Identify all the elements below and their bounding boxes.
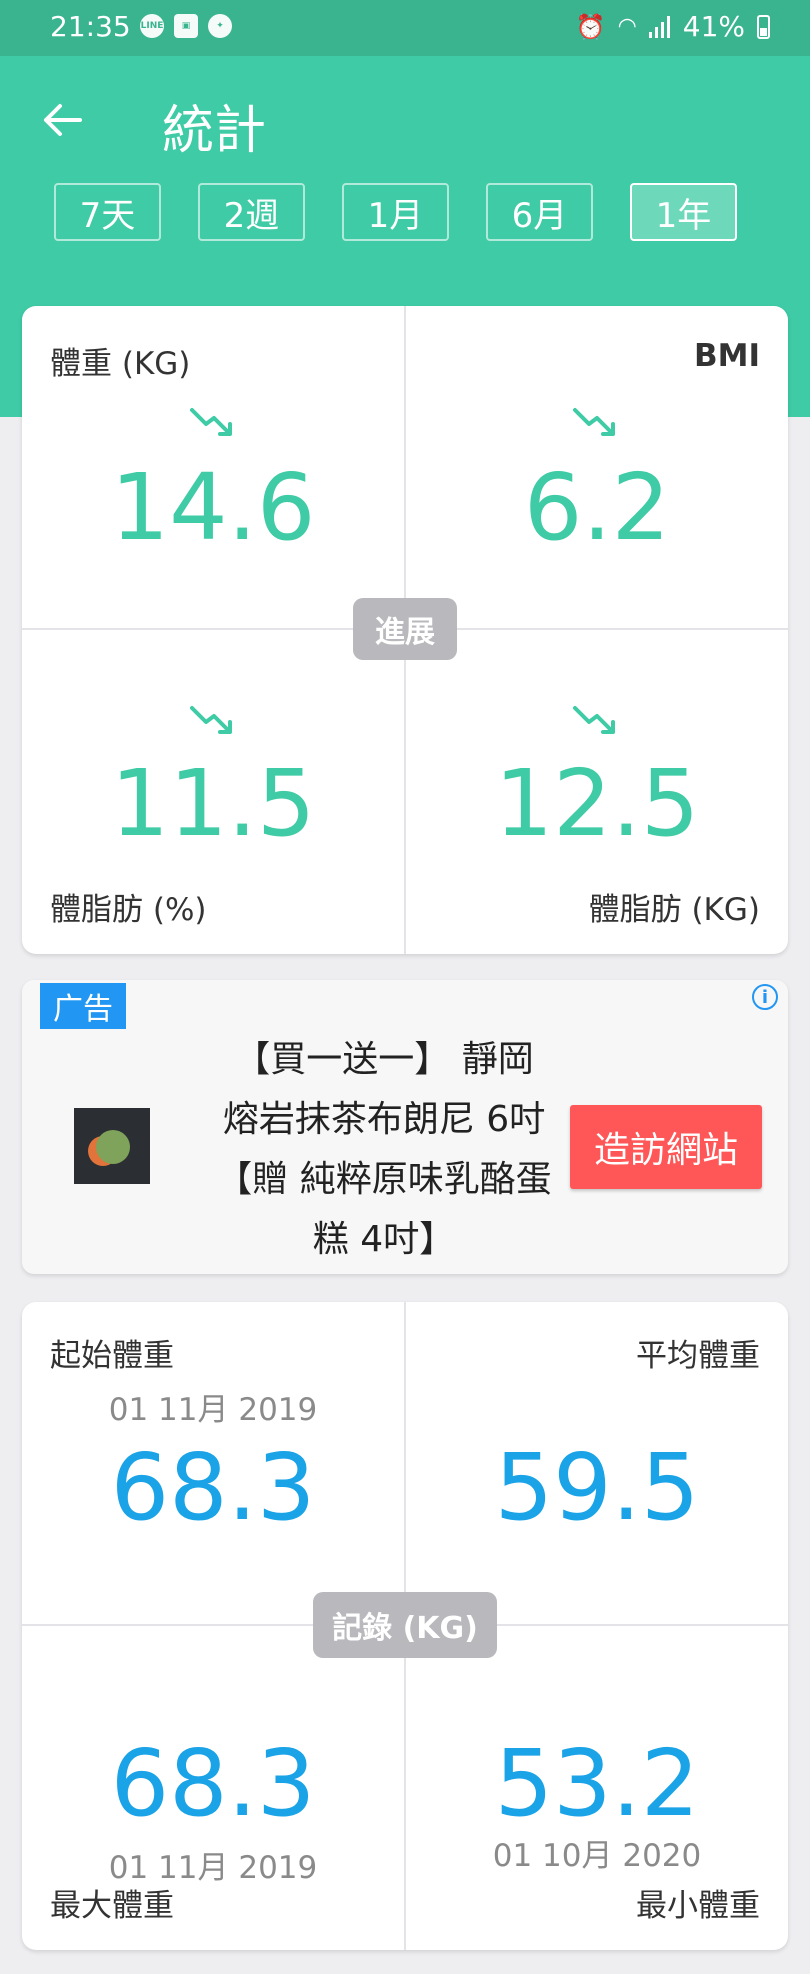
bmi-change-value: 6.2	[523, 454, 671, 561]
records-badge: 記錄 (KG)	[313, 1592, 497, 1658]
range-2-weeks[interactable]: 2週	[198, 183, 305, 241]
ad-text-line: 【買一送一】 靜岡	[234, 1039, 534, 1080]
start-weight-label: 起始體重	[50, 1338, 174, 1374]
signal-icon	[648, 15, 671, 38]
bmi-label: BMI	[693, 338, 760, 374]
ad-product-image[interactable]	[74, 1108, 150, 1184]
battery-percentage: 41%	[682, 10, 745, 43]
average-weight-label: 平均體重	[636, 1338, 760, 1374]
start-weight-date: 01 11月 2019	[108, 1392, 318, 1428]
trend-down-icon	[190, 408, 232, 436]
status-bar: 21:35 LINE ▣ ✦ ⏰ ◠ 41%	[0, 0, 810, 56]
ad-text-line: 糕 4吋】	[312, 1219, 456, 1260]
trend-down-icon	[573, 408, 615, 436]
wifi-icon: ◠	[617, 14, 637, 39]
weight-label: 體重 (KG)	[50, 346, 191, 382]
back-arrow-icon[interactable]	[40, 98, 84, 142]
start-weight-value: 68.3	[110, 1434, 316, 1541]
progress-badge: 進展	[353, 598, 457, 660]
range-6-months[interactable]: 6月	[486, 183, 593, 241]
ad-banner[interactable]: 广告 i 【買一送一】 靜岡 熔岩抹茶布朗尼 6吋 【贈 純粹原味乳酪蛋 糕 4…	[22, 980, 788, 1274]
twitter-icon: ✦	[208, 14, 232, 38]
visit-site-button[interactable]: 造訪網站	[570, 1105, 762, 1189]
bodyfat-kg-change-value: 12.5	[494, 750, 700, 857]
max-weight-value: 68.3	[110, 1730, 316, 1837]
max-weight-label: 最大體重	[50, 1888, 174, 1924]
page-title: 統計	[162, 101, 267, 161]
progress-card: 體重 (KG) 14.6 BMI 6.2 11.5 體脂肪 (%) 12.5 體…	[22, 306, 788, 954]
min-weight-value: 53.2	[494, 1730, 700, 1837]
status-time: 21:35	[50, 10, 131, 43]
ad-text[interactable]: 【買一送一】 靜岡 熔岩抹茶布朗尼 6吋 【贈 純粹原味乳酪蛋 糕 4吋】	[196, 1030, 572, 1270]
gallery-icon: ▣	[174, 14, 198, 38]
bodyfat-pct-label: 體脂肪 (%)	[50, 892, 207, 928]
battery-icon	[757, 14, 770, 39]
info-icon[interactable]: i	[752, 984, 778, 1010]
min-weight-label: 最小體重	[636, 1888, 760, 1924]
records-card: 起始體重 01 11月 2019 68.3 平均體重 59.5 68.3 01 …	[22, 1302, 788, 1950]
ad-text-line: 熔岩抹茶布朗尼 6吋	[222, 1099, 546, 1140]
range-1-month[interactable]: 1月	[342, 183, 449, 241]
ad-tag: 广告	[40, 983, 126, 1029]
bodyfat-kg-label: 體脂肪 (KG)	[588, 892, 760, 928]
average-weight-value: 59.5	[494, 1434, 700, 1541]
trend-down-icon	[573, 706, 615, 734]
ad-text-line: 【贈 純粹原味乳酪蛋	[216, 1159, 552, 1200]
bodyfat-pct-change-value: 11.5	[110, 750, 316, 857]
range-1-year[interactable]: 1年	[630, 183, 737, 241]
alarm-icon: ⏰	[575, 12, 606, 41]
weight-change-value: 14.6	[110, 454, 316, 561]
range-7-days[interactable]: 7天	[54, 183, 161, 241]
range-selector: 7天 2週 1月 6月 1年	[54, 183, 737, 241]
trend-down-icon	[190, 706, 232, 734]
line-icon: LINE	[140, 14, 164, 38]
min-weight-date: 01 10月 2020	[492, 1838, 702, 1874]
